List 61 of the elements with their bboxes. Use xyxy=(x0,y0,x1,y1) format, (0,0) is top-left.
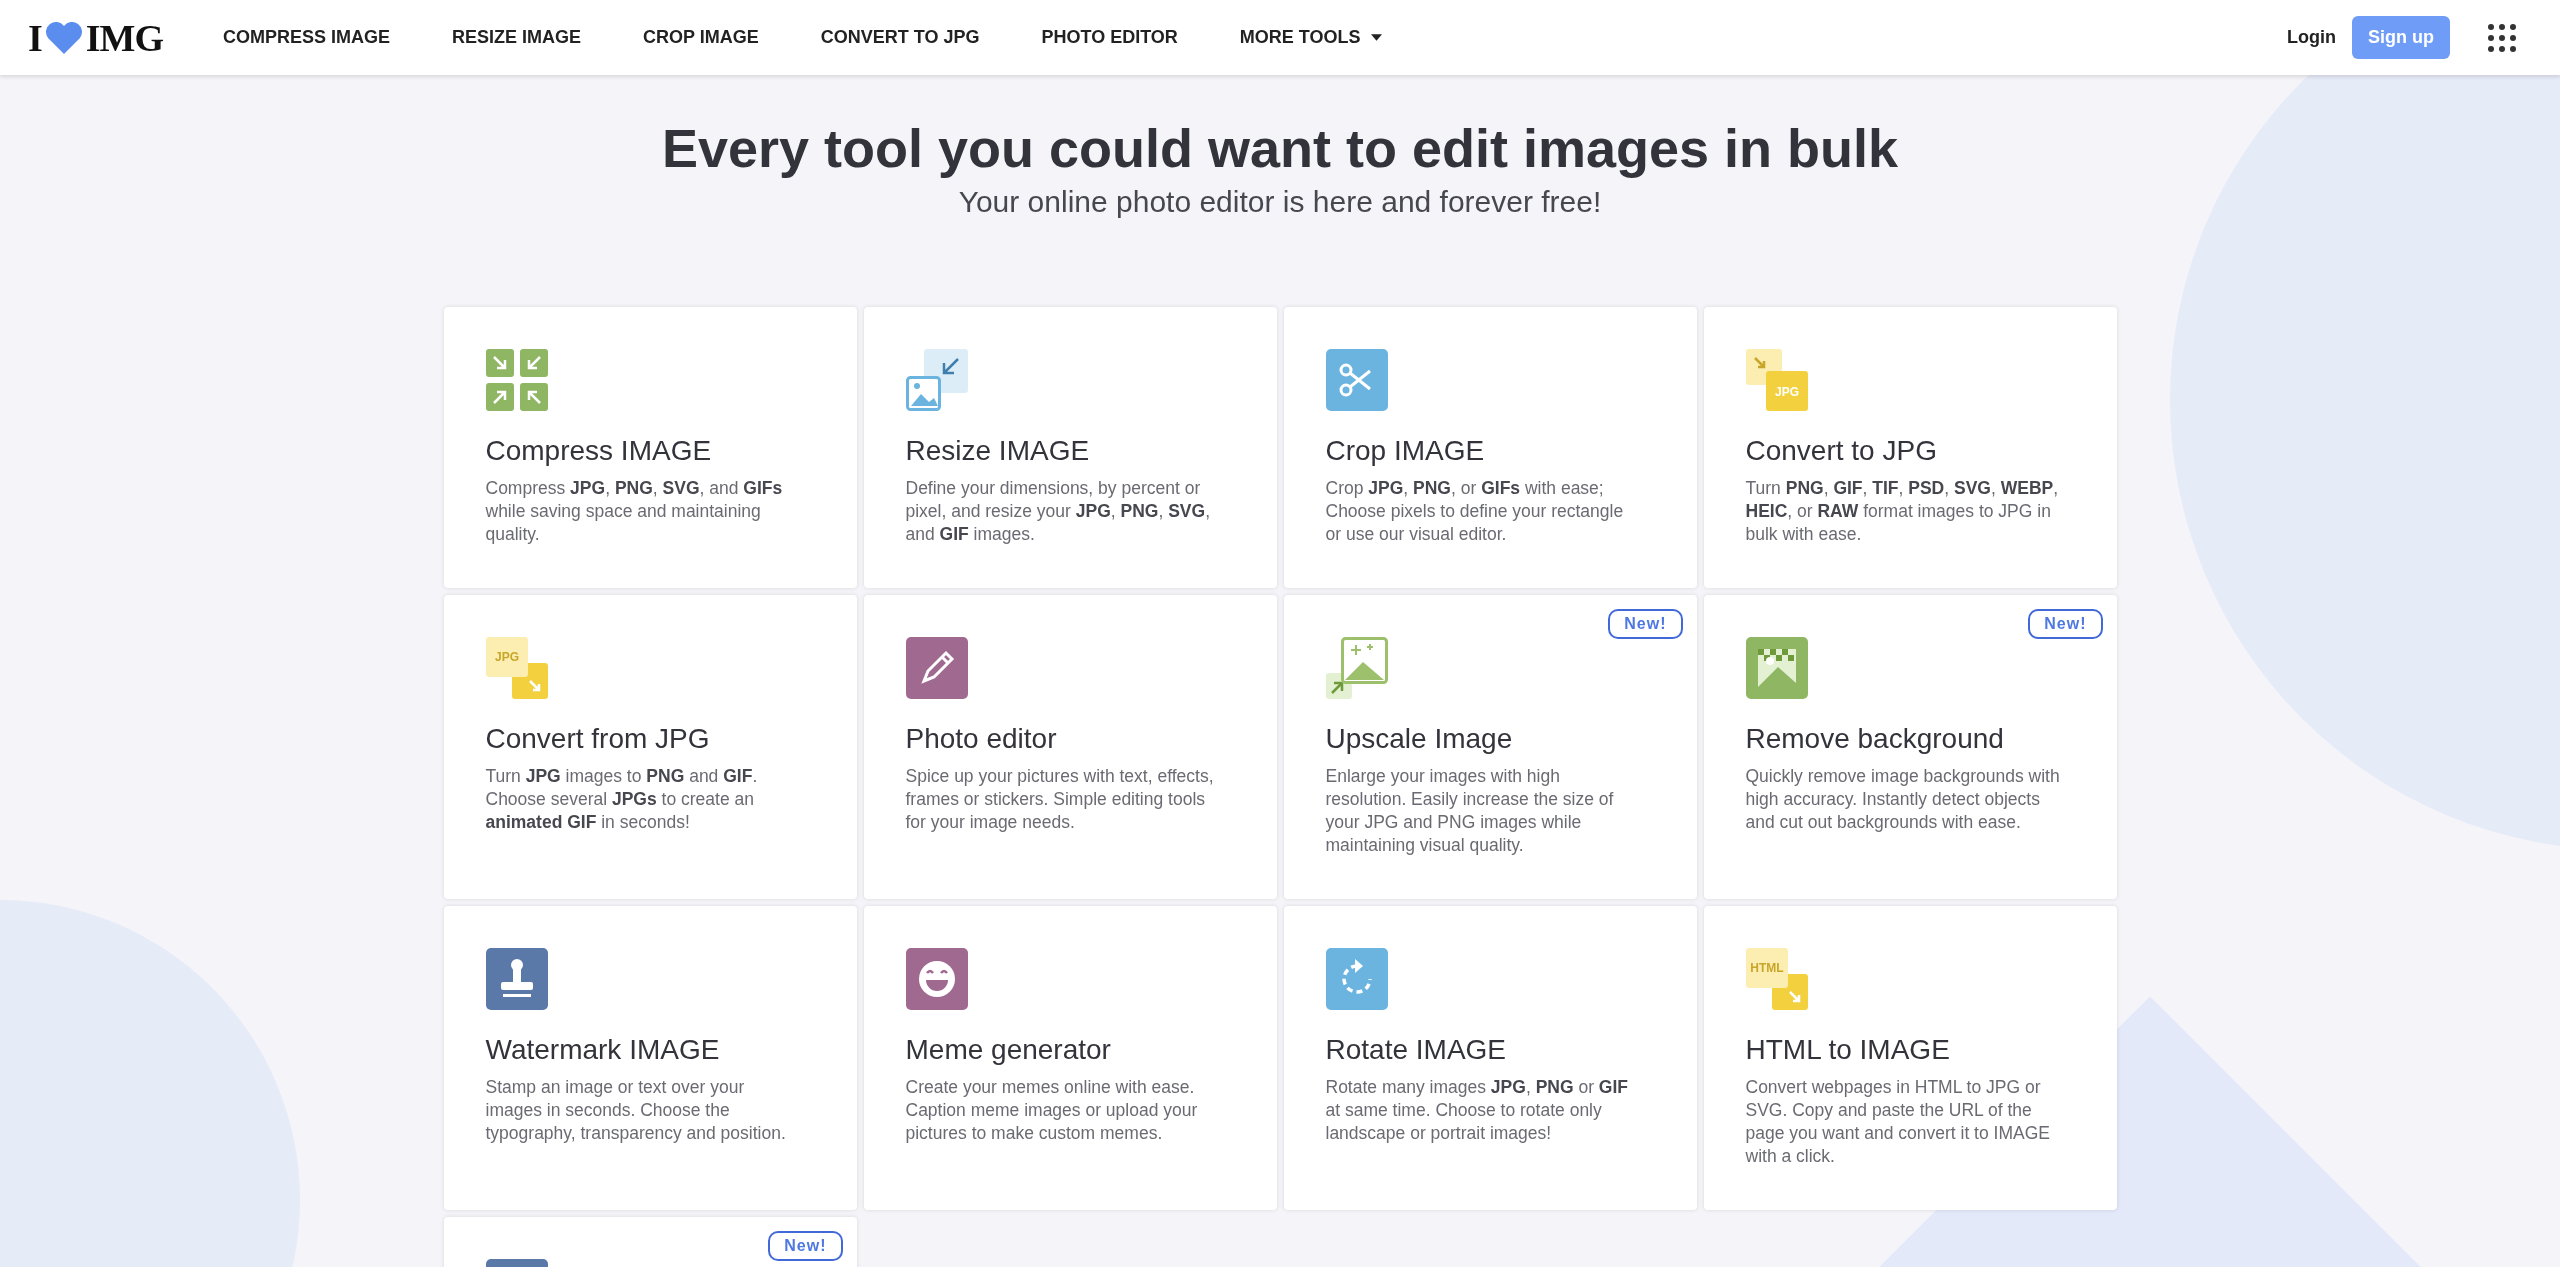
upscale-icon xyxy=(1325,637,1388,699)
tool-card[interactable]: Compress IMAGE Compress JPG, PNG, SVG, and GIFs while saving space and maintaining quality. xyxy=(443,307,857,588)
login-link[interactable]: Login xyxy=(2287,27,2336,48)
compress-arrows-icon xyxy=(485,349,548,411)
tool-card[interactable]: JPG Convert to JPG Turn PNG, GIF, TIF, PSD, SVG, WEBP, HEIC, or RAW format images to JPG in bulk with ease. xyxy=(1703,307,2117,588)
nav-link[interactable]: COMPRESS IMAGE xyxy=(223,27,391,48)
page-heading: Every tool you could want to edit images in bulk xyxy=(660,117,1900,179)
tool-card[interactable]: Meme generator Create your memes online with ease. Caption meme images or upload your pictures to make custom memes. xyxy=(863,906,1277,1210)
tool-title: Watermark IMAGE xyxy=(485,1034,721,1066)
tool-card[interactable]: New! Remove background Quickly remove image backgrounds with high accuracy. Instantly detect objects and cut out backgrounds with ease. xyxy=(1703,595,2117,899)
tool-description: Convert webpages in HTML to JPG or SVG. Copy and paste the URL of the page you want and convert it to IMAGE with a click. xyxy=(1745,1076,2051,1168)
page-subheading: Your online photo editor is here and forever free! xyxy=(957,185,1603,219)
tool-description: Compress JPG, PNG, SVG, and GIFs while saving space and maintaining quality. xyxy=(485,477,784,546)
nav-link[interactable]: RESIZE IMAGE xyxy=(452,27,582,48)
tool-card[interactable]: Watermark IMAGE Stamp an image or text over your images in seconds. Choose the typography, transparency and position. xyxy=(443,906,857,1210)
resize-icon xyxy=(905,349,968,411)
new-badge: New! xyxy=(1608,609,1683,639)
tool-description: Define your dimensions, by percent or pixel, and resize your JPG, PNG, SVG, and GIF images. xyxy=(905,477,1211,546)
tool-card[interactable]: Crop IMAGE Crop JPG, PNG, or GIFs with ease; Choose pixels to define your rectangle or use our visual editor. xyxy=(1283,307,1697,588)
nav-link[interactable]: CROP IMAGE xyxy=(643,27,759,48)
new-badge: New! xyxy=(768,1231,843,1261)
tool-card[interactable]: Resize IMAGE Define your dimensions, by percent or pixel, and resize your JPG, PNG, SVG, and GIF images. xyxy=(863,307,1277,588)
tool-title: Remove background xyxy=(1745,723,2005,755)
tool-title: Compress IMAGE xyxy=(485,435,713,467)
apps-grid-icon[interactable] xyxy=(2486,21,2518,54)
new-badge: New! xyxy=(2028,609,2103,639)
tool-title: Photo editor xyxy=(905,723,1058,755)
tool-card[interactable]: New! xyxy=(443,1217,857,1267)
nav-link[interactable]: MORE TOOLS xyxy=(1239,27,1382,48)
landscape-icon xyxy=(1745,637,1808,699)
nav-link[interactable]: CONVERT TO JPG xyxy=(820,27,980,48)
tool-title: Convert to JPG xyxy=(1745,435,1938,467)
tool-card[interactable]: Photo editor Spice up your pictures with text, effects, frames or stickers. Simple editing tools for your image needs. xyxy=(863,595,1277,899)
tool-card[interactable]: Rotate IMAGE Rotate many images JPG, PNG or GIF at same time. Choose to rotate only landscape or portrait images! xyxy=(1283,906,1697,1210)
tool-card[interactable]: HTML HTML to IMAGE Convert webpages in HTML to JPG or SVG. Copy and paste the URL of the page you want and convert it to IMAGE with a click. xyxy=(1703,906,2117,1210)
tool-description: Enlarge your images with high resolution. Easily increase the size of your JPG and PNG images while maintaining visual quality. xyxy=(1325,765,1615,857)
tool-title: Meme generator xyxy=(905,1034,1112,1066)
tool-description: Rotate many images JPG, PNG or GIF at same time. Choose to rotate only landscape or portrait images! xyxy=(1325,1076,1630,1145)
pencil-icon xyxy=(905,637,968,699)
tool-description: Spice up your pictures with text, effects, frames or stickers. Simple editing tools for your image needs. xyxy=(905,765,1215,834)
tool-card[interactable]: JPG Convert from JPG Turn JPG images to PNG and GIF. Choose several JPGs to create an animated GIF in seconds! xyxy=(443,595,857,899)
tool-title: Rotate IMAGE xyxy=(1325,1034,1507,1066)
tool-title: HTML to IMAGE xyxy=(1745,1034,1951,1066)
rotate-icon xyxy=(1325,948,1388,1010)
tool-description: Create your memes online with ease. Caption meme images or upload your pictures to make custom memes. xyxy=(905,1076,1199,1145)
tool-description: Quickly remove image backgrounds with high accuracy. Instantly detect objects and cut out backgrounds with ease. xyxy=(1745,765,2061,834)
tool-title: Resize IMAGE xyxy=(905,435,1091,467)
tool-description: Stamp an image or text over your images in seconds. Choose the typography, transparency and position. xyxy=(485,1076,787,1145)
stamp-icon xyxy=(485,948,548,1010)
heart-icon xyxy=(43,20,84,55)
tool-description: Turn PNG, GIF, TIF, PSD, SVG, WEBP, HEIC, or RAW format images to JPG in bulk with ease. xyxy=(1745,477,2060,546)
smiley-icon xyxy=(905,948,968,1010)
tool-description: Turn JPG images to PNG and GIF. Choose several JPGs to create an animated GIF in seconds! xyxy=(485,765,759,834)
scissors-icon xyxy=(1325,349,1388,411)
tool-title: Crop IMAGE xyxy=(1325,435,1486,467)
nav-link[interactable]: PHOTO EDITOR xyxy=(1041,27,1178,48)
tool-card[interactable]: New! Upscale Image Enlarge your images with high resolution. Easily increase the size of your JPG and PNG images while maintaining visual quality. xyxy=(1283,595,1697,899)
tool-title: Convert from JPG xyxy=(485,723,711,755)
logo[interactable]: I IMG xyxy=(28,15,163,60)
tool-description: Crop JPG, PNG, or GIFs with ease; Choose pixels to define your rectangle or use our visual editor. xyxy=(1325,477,1625,546)
tool-title: Upscale Image xyxy=(1325,723,1514,755)
